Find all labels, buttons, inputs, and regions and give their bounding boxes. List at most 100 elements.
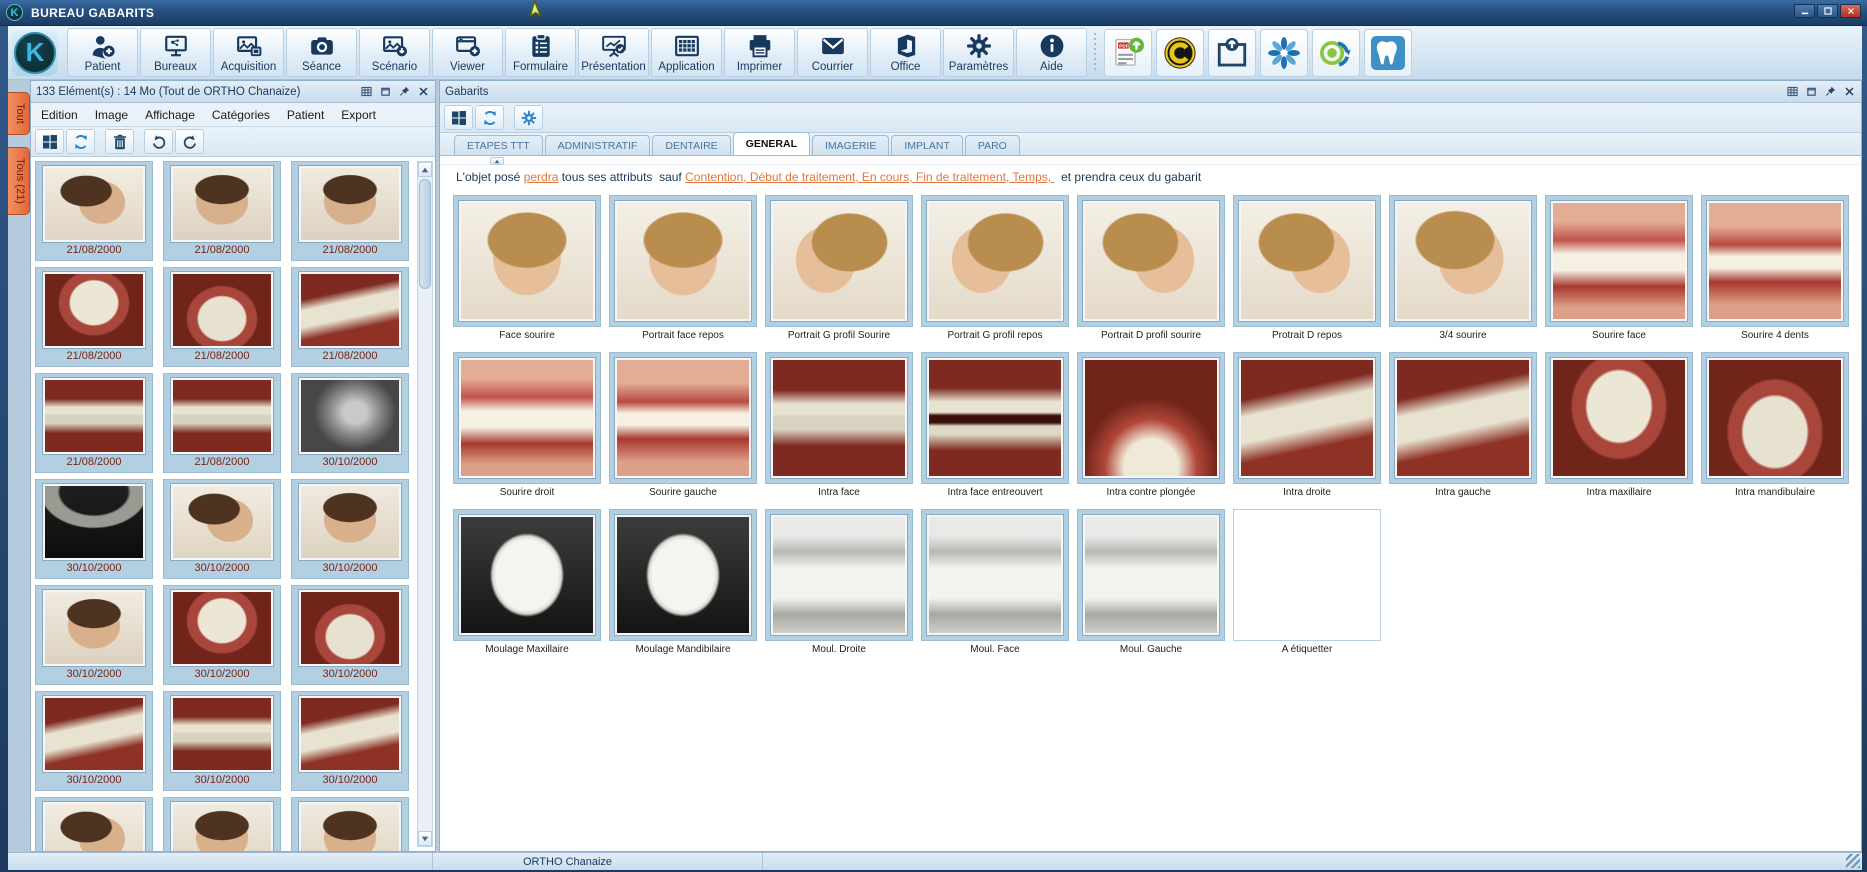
thumbnail-item[interactable] <box>35 797 153 851</box>
gabarit-photo-face-b[interactable] <box>459 201 595 321</box>
gabarit-photo-box[interactable] <box>453 195 601 327</box>
gabarit-photo-cast-dark[interactable] <box>615 515 751 635</box>
gabarit-photo-box[interactable] <box>1545 352 1693 484</box>
toolbar-button-aide[interactable]: Aide <box>1016 28 1087 77</box>
side-tab-tout[interactable]: Tout <box>8 92 30 135</box>
thumbnail-item[interactable]: 21/08/2000 <box>291 161 409 261</box>
gabarit-photo-occ-up[interactable] <box>1551 358 1687 478</box>
app-home-button[interactable]: K <box>12 30 58 76</box>
gabarit-item-intra-gauche[interactable]: Intra gauche <box>1389 352 1537 498</box>
toolbar-button-application[interactable]: Application <box>651 28 722 77</box>
thumbnail-item[interactable]: 21/08/2000 <box>163 373 281 473</box>
gabarit-item-intra-droite[interactable]: Intra droite <box>1233 352 1381 498</box>
thumbnail-item[interactable] <box>163 797 281 851</box>
thumbnail-photo-intra[interactable] <box>43 378 145 454</box>
gabarit-photo-box[interactable] <box>1701 352 1849 484</box>
gabarit-item-intra-face-entreouvert[interactable]: Intra face entreouvert <box>921 352 1069 498</box>
refresh-button[interactable] <box>475 105 504 130</box>
gabarit-photo-box[interactable] <box>1233 195 1381 327</box>
gabarit-photo-box[interactable] <box>1077 352 1225 484</box>
thumbnail-photo-occ-low[interactable] <box>171 272 273 348</box>
tab-imagerie[interactable]: IMAGERIE <box>812 135 889 155</box>
scroll-up-button[interactable] <box>418 162 432 177</box>
thumbnail-photo-face-d[interactable] <box>171 166 273 242</box>
gabarit-item-sourire-gauche[interactable]: Sourire gauche <box>609 352 757 498</box>
toolbar-button-viewer[interactable]: Viewer <box>432 28 503 77</box>
toolbar-button-sc-nario[interactable]: Scénario <box>359 28 430 77</box>
strip-scroll-up-button[interactable] <box>490 157 504 165</box>
thumbnail-photo-face-d[interactable] <box>43 590 145 666</box>
thumbnail-photo-ceph[interactable] <box>299 378 401 454</box>
menu-affichage[interactable]: Affichage <box>145 108 195 122</box>
tab-paro[interactable]: PARO <box>965 135 1020 155</box>
gabarit-photo-intra-side[interactable] <box>1395 358 1531 478</box>
menu-cat-gories[interactable]: Catégories <box>212 108 270 122</box>
gabarit-item-intra-face[interactable]: Intra face <box>765 352 913 498</box>
windows-button[interactable] <box>35 129 64 154</box>
gabarit-item-moulage-maxillaire[interactable]: Moulage Maxillaire <box>453 509 601 655</box>
minimize-button[interactable] <box>1794 4 1815 18</box>
gabarit-photo-smile[interactable] <box>459 358 595 478</box>
gabarit-item-sourire-4-dents[interactable]: Sourire 4 dents <box>1701 195 1849 341</box>
toolbar-button-imprimer[interactable]: Imprimer <box>724 28 795 77</box>
thumbnail-photo-intra-side[interactable] <box>299 272 401 348</box>
gabarit-photo-intra-low[interactable] <box>1083 358 1219 478</box>
toolbar-button-patient[interactable]: Patient <box>67 28 138 77</box>
toolbar-button-acquisition[interactable]: Acquisition <box>213 28 284 77</box>
gabarit-photo-box[interactable] <box>609 509 757 641</box>
thumbnail-item[interactable]: 30/10/2000 <box>291 479 409 579</box>
gabarit-photo-smile[interactable] <box>1551 201 1687 321</box>
scroll-thumb[interactable] <box>419 179 431 289</box>
gabarit-item-portrait-g-profil-sourire[interactable]: Portrait G profil Sourire <box>765 195 913 341</box>
thumbnail-photo-intra[interactable] <box>171 378 273 454</box>
thumbnail-item[interactable]: 30/10/2000 <box>35 479 153 579</box>
thumbnail-photo-face-d[interactable] <box>171 802 273 851</box>
panel-close-button[interactable] <box>416 85 430 98</box>
refresh-button[interactable] <box>66 129 95 154</box>
thumbnail-item[interactable]: 21/08/2000 <box>35 161 153 261</box>
menu-image[interactable]: Image <box>95 108 128 122</box>
thumbnail-item[interactable]: 21/08/2000 <box>35 373 153 473</box>
gabarit-photo-box[interactable] <box>1545 195 1693 327</box>
cc-sync-button[interactable] <box>1312 29 1360 77</box>
gabarit-item-a-tiquetter[interactable]: A étiquetter <box>1233 509 1381 655</box>
toolbar-button-s-ance[interactable]: Séance <box>286 28 357 77</box>
trash-button[interactable] <box>105 129 134 154</box>
gabarit-item-portrait-g-profil-repos[interactable]: Portrait G profil repos <box>921 195 1069 341</box>
gabarit-photo-box[interactable] <box>1389 352 1537 484</box>
gabarit-photo-intra-side[interactable] <box>1239 358 1375 478</box>
gabarit-photo-prof-lb[interactable] <box>771 201 907 321</box>
gabarit-photo-intra-open[interactable] <box>927 358 1063 478</box>
gabarit-item-intra-contre-plong-e[interactable]: Intra contre plongée <box>1077 352 1225 498</box>
gabarit-photo-empty[interactable] <box>1239 515 1375 635</box>
thumbnail-item[interactable]: 30/10/2000 <box>291 373 409 473</box>
toolbar-button-office[interactable]: Office <box>870 28 941 77</box>
menu-edition[interactable]: Edition <box>41 108 78 122</box>
thumbnail-item[interactable]: 30/10/2000 <box>291 691 409 791</box>
thumbnail-photo-intra-side[interactable] <box>299 696 401 772</box>
notice-attribute-link[interactable]: Contention, Début de traitement, En cour… <box>685 170 1054 184</box>
gabarit-photo-cast-grey[interactable] <box>927 515 1063 635</box>
gabarit-photo-box[interactable] <box>921 509 1069 641</box>
gabarit-item-3-4-sourire[interactable]: 3/4 sourire <box>1389 195 1537 341</box>
thumbnail-photo-intra-side[interactable] <box>43 696 145 772</box>
gabarit-photo-face-b[interactable] <box>615 201 751 321</box>
gabarit-item-moulage-mandibilaire[interactable]: Moulage Mandibilaire <box>609 509 757 655</box>
gabarit-photo-box[interactable] <box>453 352 601 484</box>
toolbar-button-pr-sentation[interactable]: Présentation <box>578 28 649 77</box>
gabarit-photo-box[interactable] <box>1233 509 1381 641</box>
thumbnail-item[interactable]: 21/08/2000 <box>35 267 153 367</box>
gabarit-photo-smile4[interactable] <box>1707 201 1843 321</box>
pdf-upload-button[interactable]: PDF <box>1104 29 1152 77</box>
gabarit-item-portrait-d-profil-sourire[interactable]: Portrait D profil sourire <box>1077 195 1225 341</box>
panel-grid-button[interactable] <box>1785 85 1799 98</box>
thumbnail-item[interactable]: 30/10/2000 <box>35 585 153 685</box>
rotate-left-button[interactable] <box>144 129 173 154</box>
toolbar-button-bureaux[interactable]: Bureaux <box>140 28 211 77</box>
carestream-c-button[interactable] <box>1156 29 1204 77</box>
tab-administratif[interactable]: ADMINISTRATIF <box>545 135 651 155</box>
tab-general[interactable]: GENERAL <box>733 132 810 155</box>
tab-etapes-ttt[interactable]: ETAPES TTT <box>454 135 543 155</box>
thumbnail-photo-face-d[interactable] <box>299 484 401 560</box>
windows-button[interactable] <box>444 105 473 130</box>
